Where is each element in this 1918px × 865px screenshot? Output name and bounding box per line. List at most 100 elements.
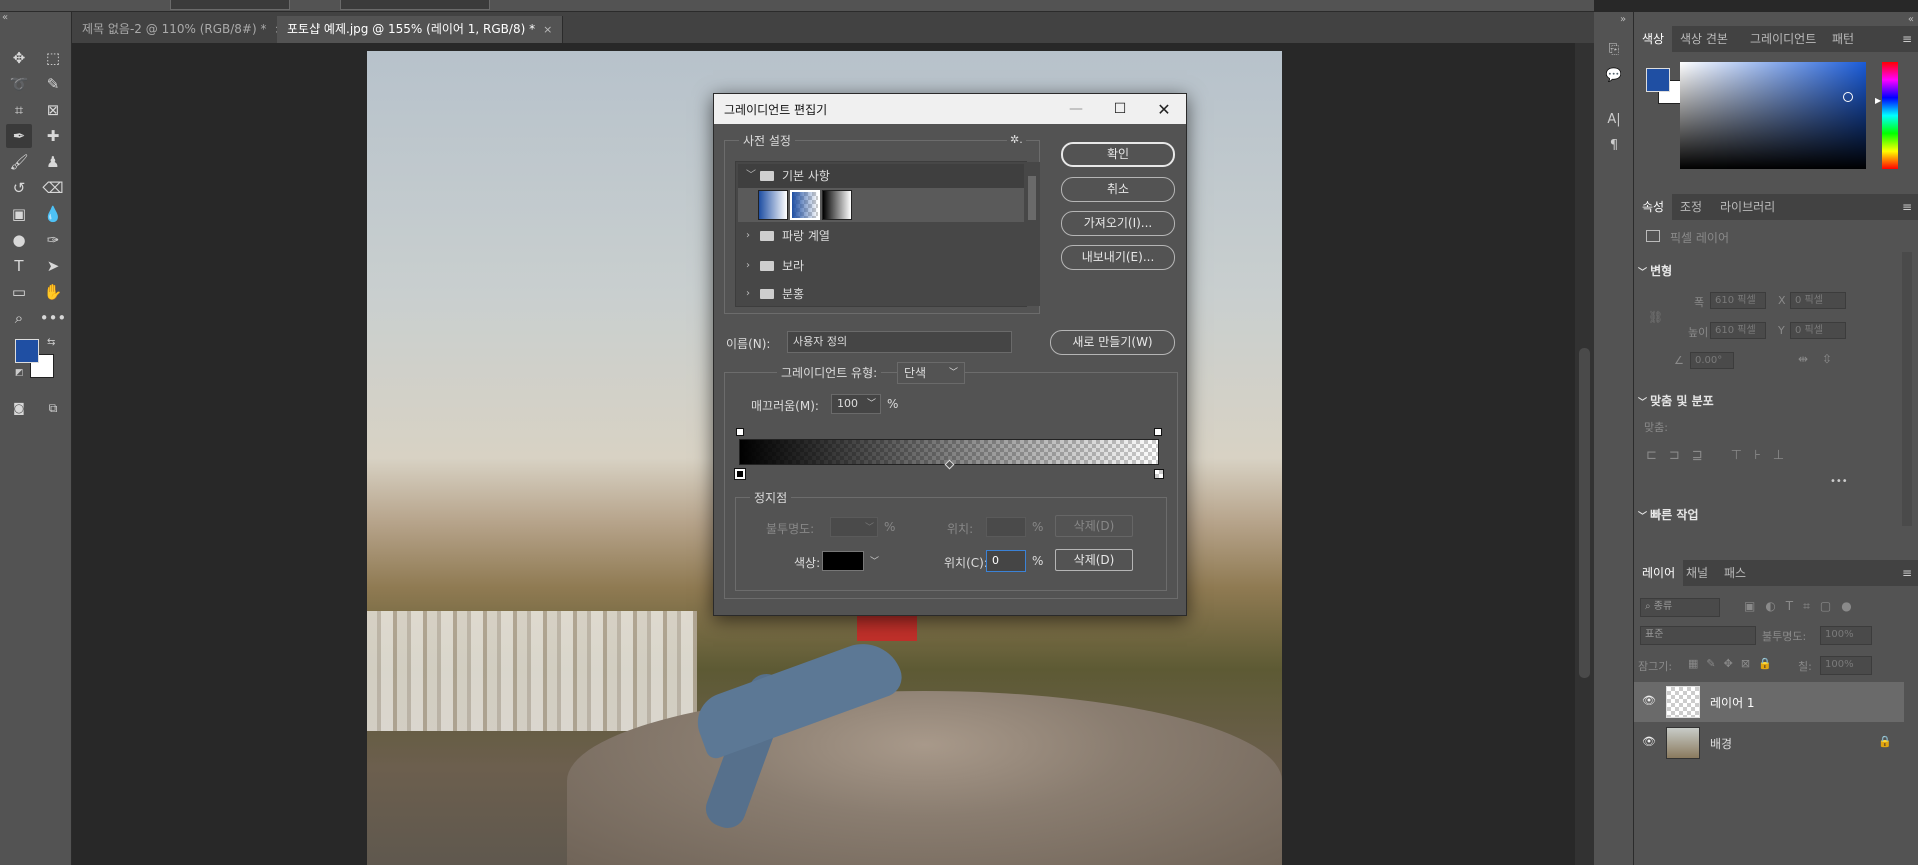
lasso-tool-icon[interactable]: ➰ [6, 72, 32, 96]
tab-patterns[interactable]: 패턴 [1824, 26, 1862, 52]
brush-tool-icon[interactable]: 🖌 [6, 150, 32, 174]
folder-row-purples[interactable]: › 보라 [738, 254, 1024, 278]
crop-tool-icon[interactable]: ⌗ [6, 98, 32, 122]
x-field[interactable]: 0 픽셀 [1790, 292, 1846, 309]
delete-color-stop-button[interactable]: 삭제(D) [1055, 549, 1133, 571]
scrollbar-thumb[interactable] [1028, 176, 1036, 220]
stop-color-swatch[interactable] [822, 551, 864, 571]
color-stop-right[interactable] [1154, 469, 1164, 479]
flip-vertical-icon[interactable]: ⇳ [1822, 352, 1832, 366]
visibility-eye-icon[interactable]: 👁 [1642, 694, 1656, 707]
hand-tool-icon[interactable]: ✋ [40, 280, 66, 304]
healing-brush-tool-icon[interactable]: ✚ [40, 124, 66, 148]
close-icon[interactable]: × [543, 23, 552, 36]
paragraph-icon[interactable]: ¶ [1602, 134, 1626, 156]
smoothness-input[interactable]: 100 ﹀ [831, 394, 881, 414]
tab-layers[interactable]: 레이어 [1634, 560, 1684, 586]
align-section[interactable]: ﹀ 맞춤 및 분포 [1638, 392, 1714, 409]
history-brush-tool-icon[interactable]: ↺ [6, 176, 32, 200]
opacity-field[interactable]: 100% [1820, 626, 1872, 645]
quick-selection-tool-icon[interactable]: ✎ [40, 72, 66, 96]
lock-icons[interactable]: ▦✎✥⊠🔒 [1688, 657, 1780, 670]
presets-scrollbar[interactable] [1026, 162, 1040, 306]
height-field[interactable]: 610 픽셀 [1710, 322, 1766, 339]
quick-actions-section[interactable]: ﹀ 빠른 작업 [1638, 506, 1698, 523]
collapse-icon[interactable]: « [2, 12, 8, 23]
stop-opacity-input[interactable]: ﹀ [830, 517, 878, 537]
chevron-down-icon[interactable]: ﹀ [746, 164, 756, 188]
opacity-stop-left[interactable] [736, 428, 744, 436]
layer-row-background[interactable]: 👁 배경 🔒 [1634, 723, 1904, 763]
blend-mode-dropdown[interactable]: 표준 [1640, 626, 1756, 645]
blur-tool-icon[interactable]: 💧 [40, 202, 66, 226]
zoom-tool-icon[interactable]: ⌕ [6, 306, 32, 330]
minimize-icon[interactable]: — [1054, 94, 1098, 124]
history-icon[interactable]: ⎘ [1602, 38, 1626, 60]
path-selection-tool-icon[interactable]: ➤ [40, 254, 66, 278]
panel-menu-icon[interactable]: ≡ [1902, 32, 1912, 46]
opacity-stop-right[interactable] [1154, 428, 1162, 436]
width-field[interactable]: 610 픽셀 [1710, 292, 1766, 309]
panel-menu-icon[interactable]: ≡ [1902, 566, 1912, 580]
properties-scrollbar[interactable] [1902, 252, 1912, 526]
chevron-right-icon[interactable]: › [746, 254, 750, 278]
vertical-scrollbar[interactable] [1575, 43, 1594, 865]
eraser-tool-icon[interactable]: ⌫ [40, 176, 66, 200]
layer-filter-icons[interactable]: ▣◐T⌗▢● [1744, 599, 1862, 614]
ok-button[interactable]: 확인 [1061, 142, 1175, 167]
angle-field[interactable]: 0.00° [1690, 352, 1734, 369]
foreground-color-swatch[interactable] [15, 339, 39, 363]
tab-properties[interactable]: 속성 [1634, 194, 1673, 220]
hue-slider-handle[interactable]: ▶ [1875, 96, 1881, 105]
tab-color[interactable]: 색상 [1634, 26, 1673, 52]
comments-icon[interactable]: 💬 [1602, 64, 1626, 86]
swap-colors-icon[interactable]: ⇆ [47, 337, 55, 348]
chevron-right-icon[interactable]: › [746, 224, 750, 248]
stop-color-location-input[interactable]: 0 [986, 550, 1026, 572]
gradient-swatch-fg-bg[interactable] [758, 190, 788, 220]
y-field[interactable]: 0 픽셀 [1790, 322, 1846, 339]
gradient-swatch-fg-transparent[interactable] [790, 190, 820, 220]
flip-horizontal-icon[interactable]: ⇹ [1798, 352, 1808, 366]
doc-tab-untitled[interactable]: 제목 없음-2 @ 110% (RGB/8#) *× [72, 16, 295, 43]
new-button[interactable]: 새로 만들기(W) [1050, 330, 1175, 355]
more-tools-icon[interactable]: ••• [40, 306, 67, 330]
chevron-right-icon[interactable]: › [746, 282, 750, 306]
screen-mode-icon[interactable]: ⧉ [40, 396, 66, 420]
color-stop-left[interactable] [734, 468, 746, 480]
color-field[interactable] [1680, 62, 1866, 169]
gradient-tool-icon[interactable]: ▣ [6, 202, 32, 226]
default-colors-icon[interactable]: ◩ [15, 368, 24, 378]
folder-row-basics[interactable]: ﹀ 기본 사항 [738, 164, 1024, 188]
expand-icon[interactable]: » [1620, 14, 1626, 25]
tab-libraries[interactable]: 라이브러리 [1712, 194, 1783, 220]
quick-mask-icon[interactable]: ◙ [6, 396, 32, 420]
chevron-down-icon[interactable]: ﹀ [867, 395, 876, 413]
rectangle-tool-icon[interactable]: ▭ [6, 280, 32, 304]
stop-opacity-location-input[interactable] [986, 517, 1026, 537]
cancel-button[interactable]: 취소 [1061, 177, 1175, 202]
color-fg-swatch[interactable] [1646, 68, 1670, 92]
tab-gradients[interactable]: 그레이디언트 [1742, 26, 1824, 52]
link-icon[interactable]: ⛓ [1648, 310, 1663, 324]
presets-list[interactable]: ﹀ 기본 사항 › 파랑 계열 › 보라 › 분홍 [735, 161, 1040, 307]
clone-stamp-tool-icon[interactable]: ♟ [40, 150, 66, 174]
eyedropper-tool-icon[interactable]: ✒ [6, 124, 32, 148]
character-icon[interactable]: A| [1602, 108, 1626, 130]
dodge-tool-icon[interactable]: ● [6, 228, 32, 252]
more-align-icon[interactable]: ••• [1830, 476, 1848, 487]
transform-section[interactable]: ﹀ 변형 [1638, 262, 1672, 279]
import-button[interactable]: 가져오기(I)... [1061, 211, 1175, 236]
collapse-panels-icon[interactable]: « [1908, 14, 1914, 25]
type-tool-icon[interactable]: T [6, 254, 32, 278]
doc-tab-photo[interactable]: 포토샵 예제.jpg @ 155% (레이어 1, RGB/8) * × [277, 16, 564, 43]
align-buttons[interactable]: ⊏⊐⊒ ⊤⊦⊥ [1646, 448, 1796, 463]
color-picker-cursor[interactable] [1843, 92, 1853, 102]
pen-tool-icon[interactable]: ✑ [40, 228, 66, 252]
delete-opacity-stop-button[interactable]: 삭제(D) [1055, 515, 1133, 537]
folder-row-blues[interactable]: › 파랑 계열 [738, 224, 1024, 248]
tab-swatches[interactable]: 색상 견본 [1672, 26, 1736, 52]
export-button[interactable]: 내보내기(E)... [1061, 245, 1175, 270]
move-tool-icon[interactable]: ✥ [6, 46, 32, 70]
close-icon[interactable]: ✕ [1142, 94, 1186, 124]
